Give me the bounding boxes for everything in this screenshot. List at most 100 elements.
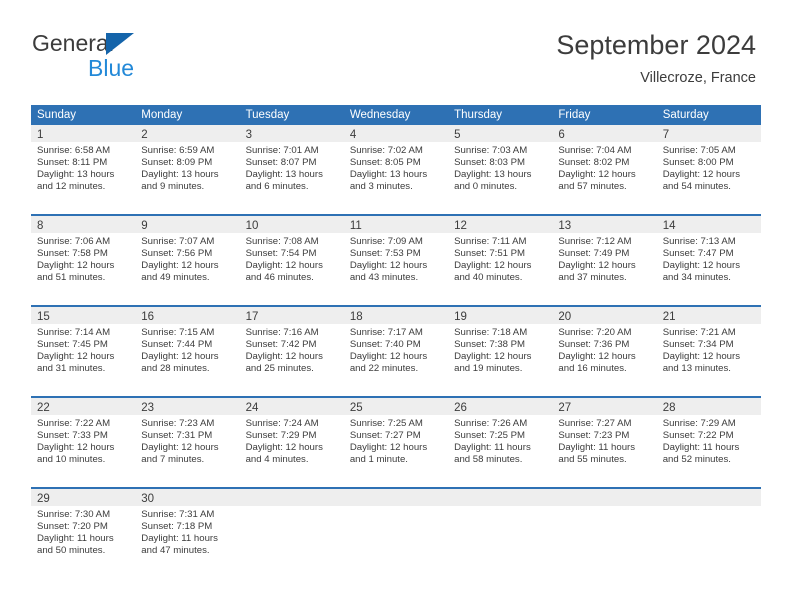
day-number-bar: 5 [448,125,553,142]
daylight-text-line1: Daylight: 12 hours [662,260,741,272]
day-cell[interactable]: 11 Sunrise: 7:09 AM Sunset: 7:53 PM Dayl… [343,216,449,305]
sunrise-text: Sunrise: 7:03 AM [454,145,528,156]
day-cell[interactable]: 27 Sunrise: 7:27 AM Sunset: 7:23 PM Dayl… [552,398,657,487]
daylight-text-line2: and 13 minutes. [662,363,731,375]
calendar-week-row: 8 Sunrise: 7:06 AM Sunset: 7:58 PM Dayli… [31,214,761,305]
daylight-text-line2: and 10 minutes. [37,454,106,466]
day-info: Sunrise: 7:27 AM Sunset: 7:23 PM Dayligh… [552,415,656,466]
daylight-text-line2: and 9 minutes. [141,181,205,193]
daylight-text-line1: Daylight: 11 hours [558,442,636,454]
day-number: 15 [37,311,50,323]
day-cell[interactable]: 3 Sunrise: 7:01 AM Sunset: 8:07 PM Dayli… [239,125,344,214]
day-cell[interactable]: 26 Sunrise: 7:26 AM Sunset: 7:25 PM Dayl… [448,398,553,487]
daylight-text-line2: and 4 minutes. [245,454,309,466]
brand-logo[interactable]: General Blue [32,30,252,86]
day-cell[interactable]: 7 Sunrise: 7:05 AM Sunset: 8:00 PM Dayli… [656,125,761,214]
day-cell[interactable]: 29 Sunrise: 7:30 AM Sunset: 7:20 PM Dayl… [31,489,136,575]
sunrise-text: Sunrise: 7:23 AM [141,418,215,429]
day-info: Sunrise: 7:22 AM Sunset: 7:33 PM Dayligh… [31,415,135,466]
day-cell[interactable]: 17 Sunrise: 7:16 AM Sunset: 7:42 PM Dayl… [239,307,344,396]
day-number-bar: 17 [239,307,344,324]
day-cell[interactable]: 24 Sunrise: 7:24 AM Sunset: 7:29 PM Dayl… [239,398,344,487]
day-number: 7 [662,129,670,141]
sunset-text: Sunset: 7:58 PM [37,248,108,260]
day-cell[interactable]: 22 Sunrise: 7:22 AM Sunset: 7:33 PM Dayl… [31,398,136,487]
day-number: 21 [662,311,676,323]
day-cell[interactable]: 8 Sunrise: 7:06 AM Sunset: 7:58 PM Dayli… [31,216,136,305]
daylight-text-line2: and 19 minutes. [454,363,523,375]
day-info: Sunrise: 7:04 AM Sunset: 8:02 PM Dayligh… [552,142,656,193]
day-number-bar: 23 [135,398,240,415]
day-info: Sunrise: 7:16 AM Sunset: 7:42 PM Dayligh… [240,324,344,375]
day-header-saturday: Saturday [662,109,709,121]
day-cell[interactable]: 28 Sunrise: 7:29 AM Sunset: 7:22 PM Dayl… [656,398,761,487]
day-cell[interactable]: 23 Sunrise: 7:23 AM Sunset: 7:31 PM Dayl… [135,398,240,487]
day-cell[interactable]: 15 Sunrise: 7:14 AM Sunset: 7:45 PM Dayl… [31,307,136,396]
sunrise-text: Sunrise: 7:01 AM [245,145,319,156]
day-cell[interactable]: 16 Sunrise: 7:15 AM Sunset: 7:44 PM Dayl… [135,307,240,396]
day-number-bar: 14 [656,216,761,233]
sunset-text: Sunset: 7:47 PM [662,248,734,260]
day-number-bar: 13 [552,216,657,233]
day-info: Sunrise: 7:21 AM Sunset: 7:34 PM Dayligh… [657,324,761,375]
day-cell[interactable]: 12 Sunrise: 7:11 AM Sunset: 7:51 PM Dayl… [448,216,553,305]
day-number-bar: 15 [31,307,136,324]
sunrise-text: Sunrise: 7:16 AM [245,327,319,338]
day-number-bar: 16 [135,307,240,324]
sunrise-text: Sunrise: 7:13 AM [662,236,736,247]
day-number-bar [239,489,344,506]
day-cell[interactable]: 13 Sunrise: 7:12 AM Sunset: 7:49 PM Dayl… [552,216,657,305]
day-cell-empty [656,489,761,575]
day-cell[interactable]: 18 Sunrise: 7:17 AM Sunset: 7:40 PM Dayl… [343,307,449,396]
day-number-bar: 2 [135,125,240,142]
day-number-bar: 4 [343,125,449,142]
sunset-text: Sunset: 8:00 PM [662,157,734,169]
day-cell[interactable]: 5 Sunrise: 7:03 AM Sunset: 8:03 PM Dayli… [448,125,553,214]
daylight-text-line2: and 31 minutes. [37,363,106,375]
sunrise-text: Sunrise: 6:58 AM [37,145,111,156]
day-cell[interactable]: 30 Sunrise: 7:31 AM Sunset: 7:18 PM Dayl… [135,489,240,575]
day-info: Sunrise: 7:06 AM Sunset: 7:58 PM Dayligh… [31,233,135,284]
day-cell[interactable]: 19 Sunrise: 7:18 AM Sunset: 7:38 PM Dayl… [448,307,553,396]
day-number-bar: 22 [31,398,136,415]
day-header-friday: Friday [558,109,591,121]
day-info: Sunrise: 7:08 AM Sunset: 7:54 PM Dayligh… [240,233,344,284]
day-number: 11 [349,220,362,232]
sunrise-text: Sunrise: 7:20 AM [558,327,632,338]
day-cell[interactable]: 2 Sunrise: 6:59 AM Sunset: 8:09 PM Dayli… [135,125,240,214]
day-cell[interactable]: 14 Sunrise: 7:13 AM Sunset: 7:47 PM Dayl… [656,216,761,305]
daylight-text-line2: and 49 minutes. [141,272,210,284]
day-cell[interactable]: 21 Sunrise: 7:21 AM Sunset: 7:34 PM Dayl… [656,307,761,396]
day-info: Sunrise: 7:24 AM Sunset: 7:29 PM Dayligh… [240,415,344,466]
day-number-bar [656,489,761,506]
sunset-text: Sunset: 8:05 PM [349,157,421,169]
day-cell[interactable]: 10 Sunrise: 7:08 AM Sunset: 7:54 PM Dayl… [239,216,344,305]
sunset-text: Sunset: 7:49 PM [558,248,630,260]
day-cell[interactable]: 4 Sunrise: 7:02 AM Sunset: 8:05 PM Dayli… [343,125,449,214]
day-number-bar: 19 [448,307,553,324]
sunrise-text: Sunrise: 7:09 AM [349,236,423,247]
daylight-text-line1: Daylight: 12 hours [37,351,115,363]
day-number: 17 [245,311,259,323]
day-number: 9 [141,220,148,232]
daylight-text-line2: and 47 minutes. [141,545,210,557]
calendar-page: General Blue September 2024 Villecroze, … [0,0,792,612]
daylight-text-line1: Daylight: 12 hours [558,169,636,181]
daylight-text-line1: Daylight: 13 hours [454,169,532,181]
sunset-text: Sunset: 7:53 PM [349,248,421,260]
daylight-text-line2: and 16 minutes. [558,363,627,375]
daylight-text-line2: and 57 minutes. [558,181,627,193]
day-cell[interactable]: 25 Sunrise: 7:25 AM Sunset: 7:27 PM Dayl… [343,398,449,487]
daylight-text-line2: and 0 minutes. [454,181,518,193]
day-cell[interactable]: 6 Sunrise: 7:04 AM Sunset: 8:02 PM Dayli… [552,125,657,214]
daylight-text-line1: Daylight: 12 hours [558,260,636,272]
day-cell[interactable]: 1 Sunrise: 6:58 AM Sunset: 8:11 PM Dayli… [31,125,136,214]
day-cell[interactable]: 20 Sunrise: 7:20 AM Sunset: 7:36 PM Dayl… [552,307,657,396]
day-header-tuesday: Tuesday [245,109,290,121]
location-subtitle: Villecroze, France [640,70,756,86]
day-number: 29 [37,493,50,505]
day-cell[interactable]: 9 Sunrise: 7:07 AM Sunset: 7:56 PM Dayli… [135,216,240,305]
sunset-text: Sunset: 7:33 PM [37,430,108,442]
day-number: 2 [141,129,148,141]
daylight-text-line1: Daylight: 11 hours [141,533,218,545]
